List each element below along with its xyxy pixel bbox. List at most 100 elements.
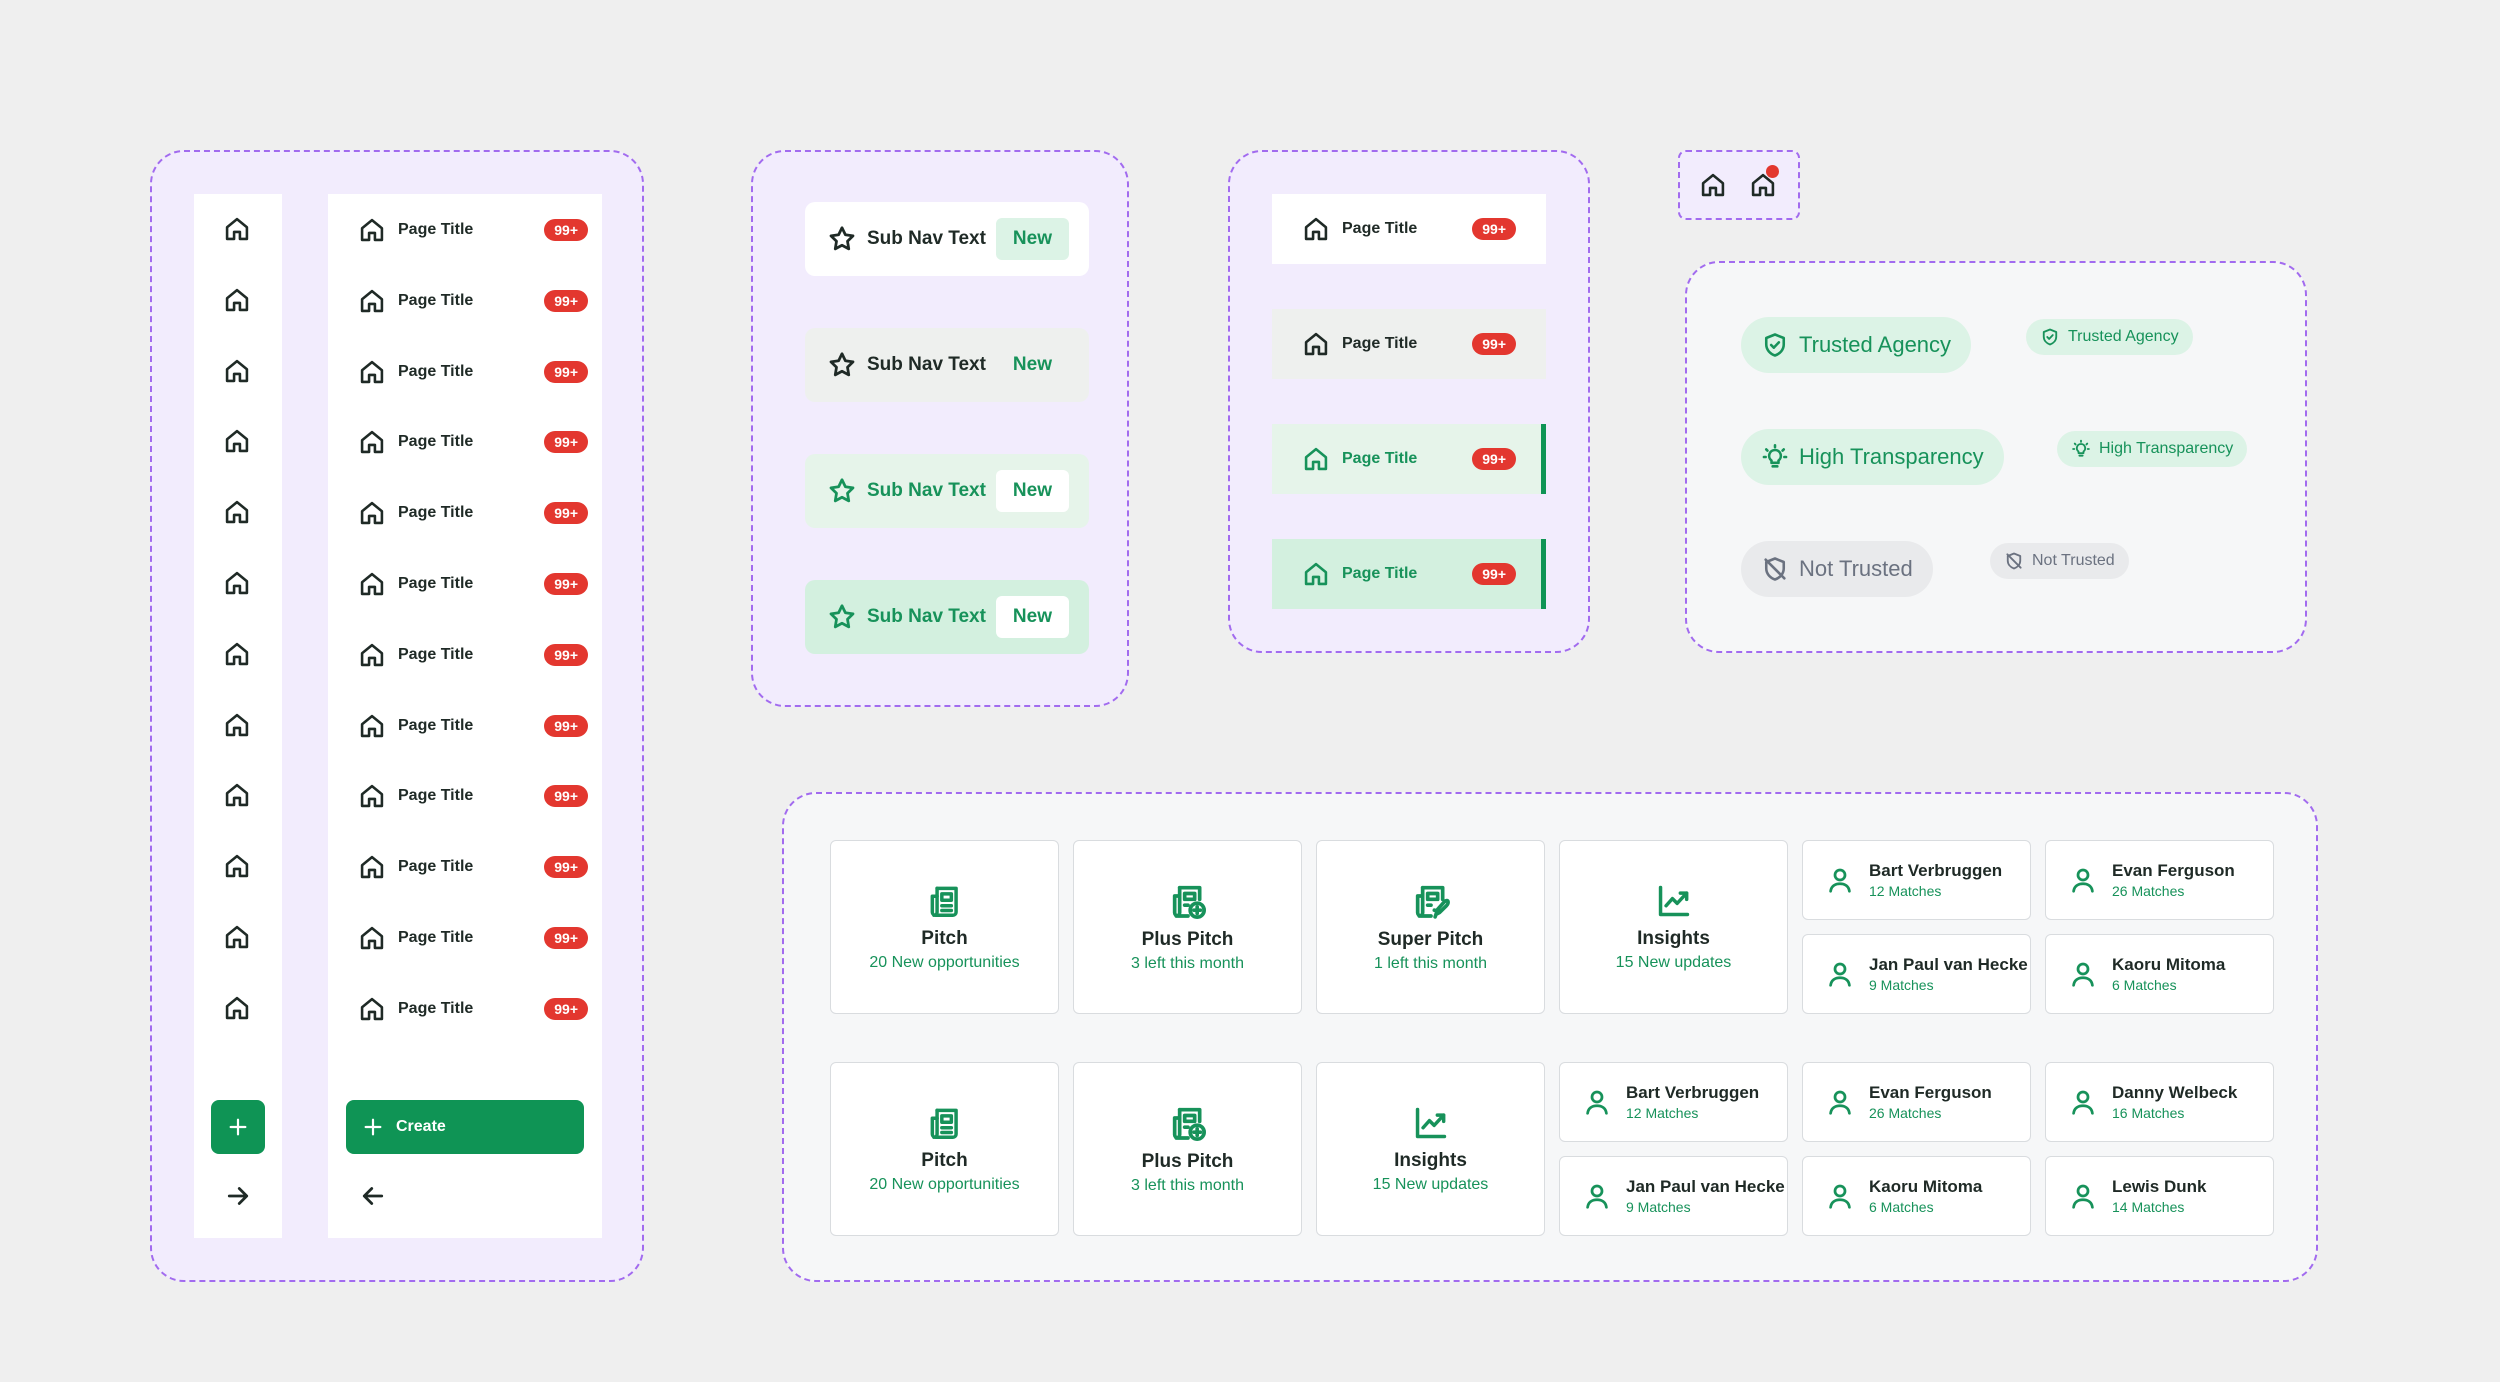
match-count: 26 Matches bbox=[2112, 883, 2185, 899]
active-indicator bbox=[1541, 424, 1546, 494]
sidebar-item-label: Page Title bbox=[398, 929, 474, 946]
card-subtitle: 20 New opportunities bbox=[869, 1176, 1020, 1193]
feature-card[interactable]: Plus Pitch 3 left this month bbox=[1073, 840, 1302, 1014]
trend-chart-icon bbox=[1412, 1104, 1450, 1142]
feature-card[interactable]: Super Pitch 1 left this month bbox=[1316, 840, 1545, 1014]
card-subtitle: 1 left this month bbox=[1374, 955, 1487, 972]
lightbulb-icon bbox=[1762, 444, 1788, 468]
sidebar-item[interactable]: Page Title 99+ bbox=[358, 635, 588, 675]
sidebar-item[interactable]: Page Title 99+ bbox=[358, 564, 588, 604]
home-icon[interactable] bbox=[223, 711, 253, 741]
home-icon[interactable] bbox=[223, 640, 253, 670]
feature-card[interactable]: Insights 15 New updates bbox=[1559, 840, 1788, 1014]
person-card[interactable]: Jan Paul van Hecke 9 Matches bbox=[1802, 934, 2031, 1014]
not-trusted-chip-small: Not Trusted bbox=[1990, 543, 2129, 579]
card-title: Insights bbox=[1394, 1150, 1467, 1171]
home-icon[interactable] bbox=[1699, 171, 1727, 199]
card-title: Pitch bbox=[921, 928, 968, 949]
home-icon bbox=[358, 712, 386, 740]
sidebar-item[interactable]: Page Title 99+ bbox=[358, 706, 588, 746]
card-subtitle: 20 New opportunities bbox=[869, 954, 1020, 971]
count-badge: 99+ bbox=[1472, 333, 1516, 355]
user-icon bbox=[2072, 1090, 2094, 1115]
plus-icon bbox=[229, 1118, 247, 1136]
shield-check-icon bbox=[2042, 328, 2058, 346]
feature-card[interactable]: Pitch 20 New opportunities bbox=[830, 840, 1059, 1014]
user-icon bbox=[1829, 868, 1851, 893]
card-title: Plus Pitch bbox=[1141, 929, 1234, 950]
count-badge: 99+ bbox=[544, 573, 588, 595]
home-icon bbox=[358, 499, 386, 527]
page-title-hover[interactable]: Page Title 99+ bbox=[1272, 309, 1546, 379]
page-title-default[interactable]: Page Title 99+ bbox=[1272, 194, 1546, 264]
count-badge: 99+ bbox=[1472, 448, 1516, 470]
sidebar-item[interactable]: Page Title 99+ bbox=[358, 210, 588, 250]
sidebar-item[interactable]: Page Title 99+ bbox=[358, 989, 588, 1029]
cards-showcase-frame: Pitch 20 New opportunities Plus Pitch 3 lef… bbox=[782, 792, 2318, 1282]
home-icon[interactable] bbox=[223, 994, 253, 1024]
arrow-left-icon[interactable] bbox=[358, 1181, 388, 1211]
home-icon bbox=[358, 782, 386, 810]
count-badge: 99+ bbox=[544, 927, 588, 949]
match-count: 14 Matches bbox=[2112, 1199, 2185, 1215]
home-icon[interactable] bbox=[223, 923, 253, 953]
home-notification-icon[interactable] bbox=[1749, 165, 1779, 199]
subnav-item-default[interactable]: Sub Nav Text New bbox=[805, 202, 1089, 276]
subnav-label: Sub Nav Text bbox=[867, 228, 986, 249]
sidebar-item-label: Page Title bbox=[398, 504, 474, 522]
trusted-agency-chip-large: Trusted Agency bbox=[1741, 317, 1972, 373]
home-icon[interactable] bbox=[223, 286, 253, 316]
home-icon[interactable] bbox=[223, 427, 253, 457]
match-count: 9 Matches bbox=[1626, 1199, 1691, 1215]
home-icon[interactable] bbox=[223, 215, 253, 245]
sidebar-item[interactable]: Page Title 99+ bbox=[358, 493, 588, 533]
feature-card[interactable]: Plus Pitch 3 left this month bbox=[1073, 1062, 1302, 1236]
home-icon bbox=[358, 216, 386, 244]
sidebar-item[interactable]: Page Title 99+ bbox=[358, 918, 588, 958]
home-icon[interactable] bbox=[223, 781, 253, 811]
person-card[interactable]: Danny Welbeck 16 Matches bbox=[2045, 1062, 2274, 1142]
page-title-active[interactable]: Page Title 99+ bbox=[1272, 424, 1546, 494]
person-card[interactable]: Evan Ferguson 26 Matches bbox=[2045, 840, 2274, 920]
home-icon[interactable] bbox=[223, 569, 253, 599]
count-badge: 99+ bbox=[544, 289, 588, 312]
sidebar-item[interactable]: Page Title 99+ bbox=[358, 281, 588, 321]
subnav-item-active[interactable]: Sub Nav Text New bbox=[805, 454, 1089, 528]
home-icon[interactable] bbox=[223, 498, 253, 528]
person-name: Danny Welbeck bbox=[2112, 1083, 2238, 1102]
home-icon[interactable] bbox=[223, 357, 253, 387]
add-button[interactable] bbox=[211, 1100, 265, 1154]
trust-chips-frame: Trusted Agency Trusted Agency High Trans… bbox=[1685, 261, 2307, 653]
arrow-right-icon[interactable] bbox=[223, 1181, 253, 1211]
subnav-item-hover[interactable]: Sub Nav Text New bbox=[805, 328, 1089, 402]
page-title-selected[interactable]: Page Title 99+ bbox=[1272, 539, 1546, 609]
high-transparency-label: High Transparency bbox=[2099, 440, 2234, 457]
sidebar-item[interactable]: Page Title 99+ bbox=[358, 352, 588, 392]
home-icon bbox=[358, 570, 386, 598]
new-badge: New bbox=[1012, 354, 1052, 375]
person-card[interactable]: Jan Paul van Hecke 9 Matches bbox=[1559, 1156, 1788, 1236]
user-icon bbox=[2072, 962, 2094, 987]
person-card[interactable]: Evan Ferguson 26 Matches bbox=[1802, 1062, 2031, 1142]
new-badge: New bbox=[995, 218, 1069, 260]
sidebar-item[interactable]: Page Title 99+ bbox=[358, 422, 588, 462]
create-button[interactable]: Create bbox=[346, 1100, 584, 1154]
person-card[interactable]: Bart Verbruggen 12 Matches bbox=[1802, 840, 2031, 920]
user-icon bbox=[1829, 962, 1851, 987]
feature-card[interactable]: Pitch 20 New opportunities bbox=[830, 1062, 1059, 1236]
feature-card[interactable]: Insights 15 New updates bbox=[1316, 1062, 1545, 1236]
newspaper-rocket-icon bbox=[1411, 881, 1451, 921]
person-card[interactable]: Kaoru Mitoma 6 Matches bbox=[1802, 1156, 2031, 1236]
user-icon bbox=[1586, 1090, 1608, 1115]
person-card[interactable]: Bart Verbruggen 12 Matches bbox=[1559, 1062, 1788, 1142]
person-card[interactable]: Kaoru Mitoma 6 Matches bbox=[2045, 934, 2274, 1014]
home-icon bbox=[1304, 447, 1328, 471]
person-card[interactable]: Lewis Dunk 14 Matches bbox=[2045, 1156, 2274, 1236]
subnav-item-selected[interactable]: Sub Nav Text New bbox=[805, 580, 1089, 654]
match-count: 9 Matches bbox=[1869, 977, 1934, 993]
star-icon bbox=[829, 226, 855, 251]
home-icon[interactable] bbox=[223, 852, 253, 882]
sidebar-item[interactable]: Page Title 99+ bbox=[358, 847, 588, 887]
sidebar-item[interactable]: Page Title 99+ bbox=[358, 776, 588, 816]
shield-check-icon bbox=[1764, 333, 1786, 357]
